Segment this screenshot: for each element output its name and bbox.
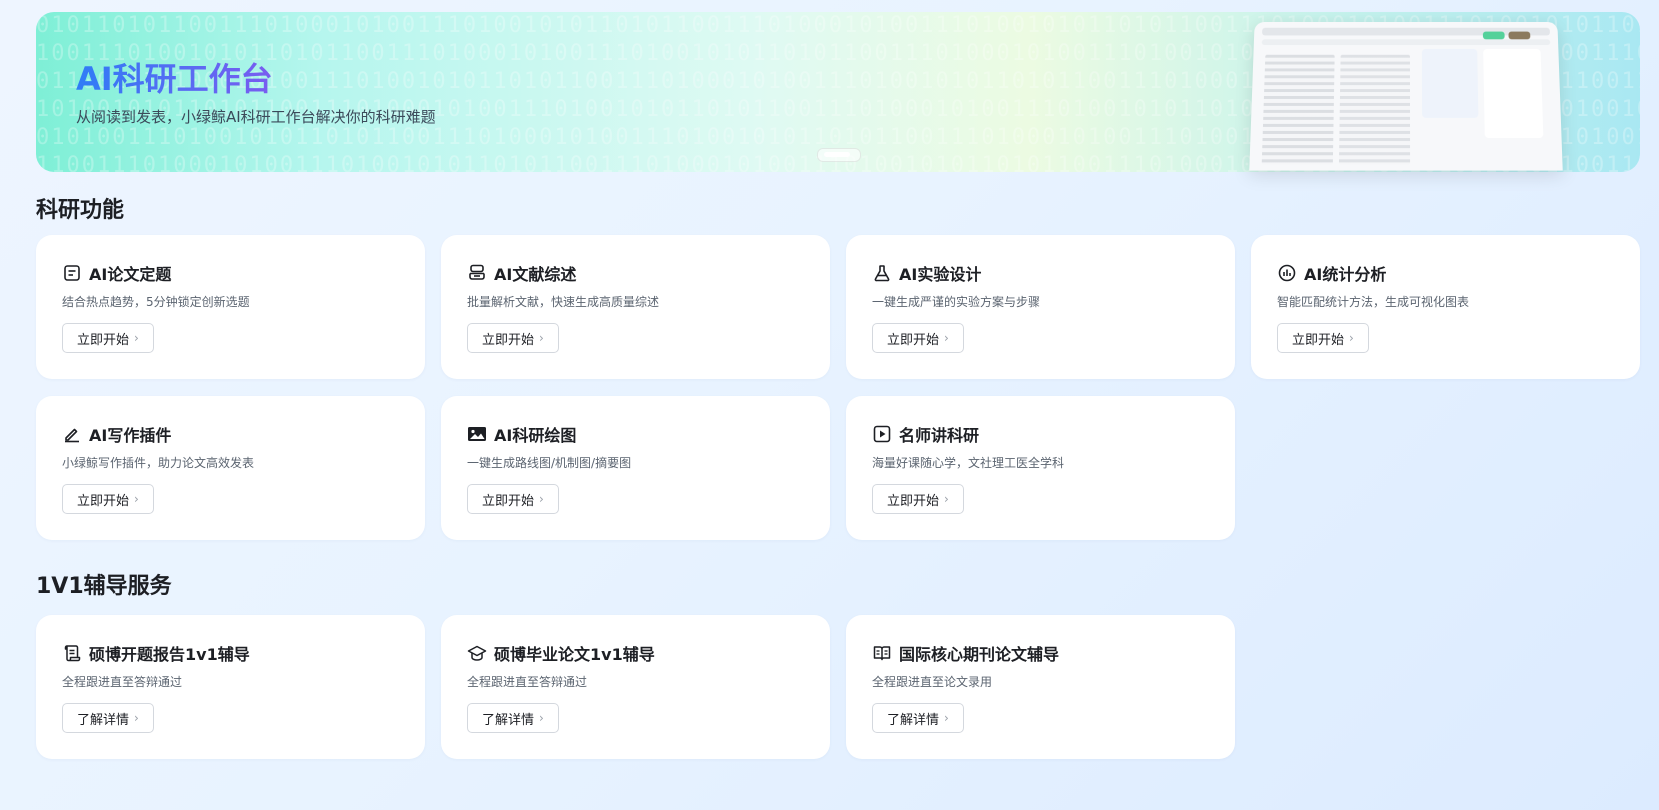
feature-card-expert-lectures[interactable]: 名师讲科研 海量好课随心学，文社理工医全学科 立即开始 › xyxy=(846,396,1235,540)
start-button[interactable]: 立即开始 › xyxy=(872,323,964,353)
card-title: AI写作插件 xyxy=(89,426,172,445)
service-card-journal-tutoring[interactable]: 国际核心期刊论文辅导 全程跟进直至论文录用 了解详情 › xyxy=(846,615,1235,759)
button-label: 立即开始 xyxy=(482,332,535,348)
card-title: AI论文定题 xyxy=(89,265,172,284)
start-button[interactable]: 立即开始 › xyxy=(872,484,964,514)
button-label: 立即开始 xyxy=(482,493,535,509)
chevron-right-icon: › xyxy=(539,331,544,345)
button-label: 了解详情 xyxy=(482,712,535,728)
workspace-preview-image xyxy=(1249,21,1563,171)
banner-title: AI科研工作台 xyxy=(76,54,273,100)
feature-card-writing-plugin[interactable]: AI写作插件 小绿鲸写作插件，助力论文高效发表 立即开始 › xyxy=(36,396,425,540)
flask-icon xyxy=(872,263,892,283)
document-lines-icon xyxy=(62,263,82,283)
chevron-right-icon: › xyxy=(134,331,139,345)
card-title: AI统计分析 xyxy=(1304,265,1387,284)
start-button[interactable]: 立即开始 › xyxy=(467,484,559,514)
chevron-right-icon: › xyxy=(944,711,949,725)
feature-card-paper-topic[interactable]: AI论文定题 结合热点趋势，5分钟锁定创新选题 立即开始 › xyxy=(36,235,425,379)
open-book-icon xyxy=(872,643,892,663)
section-title-research: 科研功能 xyxy=(36,198,125,223)
card-title: AI文献综述 xyxy=(494,265,577,284)
feature-card-experiment-design[interactable]: AI实验设计 一键生成严谨的实验方案与步骤 立即开始 › xyxy=(846,235,1235,379)
chevron-right-icon: › xyxy=(1349,331,1354,345)
start-button[interactable]: 立即开始 › xyxy=(467,323,559,353)
banner-subtitle: 从阅读到发表，小绿鲸AI科研工作台解决你的科研难题 xyxy=(76,108,436,126)
card-title: 名师讲科研 xyxy=(899,426,980,445)
card-description: 智能匹配统计方法，生成可视化图表 xyxy=(1277,295,1470,309)
feature-card-literature-review[interactable]: AI文献综述 批量解析文献，快速生成高质量综述 立即开始 › xyxy=(441,235,830,379)
start-button[interactable]: 立即开始 › xyxy=(1277,323,1369,353)
card-description: 小绿鲸写作插件，助力论文高效发表 xyxy=(62,456,255,470)
feature-card-scientific-drawing[interactable]: AI科研绘图 一键生成路线图/机制图/摘要图 立即开始 › xyxy=(441,396,830,540)
button-label: 立即开始 xyxy=(887,332,940,348)
button-label: 立即开始 xyxy=(1292,332,1345,348)
button-label: 了解详情 xyxy=(77,712,130,728)
card-title: AI实验设计 xyxy=(899,265,982,284)
details-button[interactable]: 了解详情 › xyxy=(467,703,559,733)
start-button[interactable]: 立即开始 › xyxy=(62,323,154,353)
chevron-right-icon: › xyxy=(944,492,949,506)
card-title: 国际核心期刊论文辅导 xyxy=(899,645,1060,664)
details-button[interactable]: 了解详情 › xyxy=(62,703,154,733)
feature-card-statistical-analysis[interactable]: AI统计分析 智能匹配统计方法，生成可视化图表 立即开始 › xyxy=(1251,235,1640,379)
image-icon xyxy=(467,424,487,444)
details-button[interactable]: 了解详情 › xyxy=(872,703,964,733)
scroll-icon xyxy=(62,643,82,663)
chevron-right-icon: › xyxy=(134,711,139,725)
card-description: 结合热点趋势，5分钟锁定创新选题 xyxy=(62,295,250,309)
button-label: 立即开始 xyxy=(77,332,130,348)
card-description: 海量好课随心学，文社理工医全学科 xyxy=(872,456,1065,470)
graduation-cap-icon xyxy=(467,643,487,663)
button-label: 了解详情 xyxy=(887,712,940,728)
service-card-thesis-tutoring[interactable]: 硕博毕业论文1v1辅导 全程跟进直至答辩通过 了解详情 › xyxy=(441,615,830,759)
chevron-right-icon: › xyxy=(539,711,544,725)
video-play-icon xyxy=(872,424,892,444)
chevron-right-icon: › xyxy=(539,492,544,506)
chevron-right-icon: › xyxy=(134,492,139,506)
card-title: 硕博开题报告1v1辅导 xyxy=(89,645,250,664)
card-description: 批量解析文献，快速生成高质量综述 xyxy=(467,295,660,309)
card-description: 全程跟进直至论文录用 xyxy=(872,675,993,689)
card-title: AI科研绘图 xyxy=(494,426,577,445)
button-label: 立即开始 xyxy=(887,493,940,509)
start-button[interactable]: 立即开始 › xyxy=(62,484,154,514)
carousel-indicator[interactable] xyxy=(817,148,861,162)
chevron-right-icon: › xyxy=(944,331,949,345)
card-description: 一键生成严谨的实验方案与步骤 xyxy=(872,295,1041,309)
card-description: 一键生成路线图/机制图/摘要图 xyxy=(467,456,632,470)
section-title-tutoring: 1V1辅导服务 xyxy=(36,574,172,599)
stack-icon xyxy=(467,263,487,283)
bar-chart-icon xyxy=(1277,263,1297,283)
service-card-proposal-tutoring[interactable]: 硕博开题报告1v1辅导 全程跟进直至答辩通过 了解详情 › xyxy=(36,615,425,759)
card-title: 硕博毕业论文1v1辅导 xyxy=(494,645,655,664)
card-description: 全程跟进直至答辩通过 xyxy=(467,675,588,689)
card-description: 全程跟进直至答辩通过 xyxy=(62,675,183,689)
button-label: 立即开始 xyxy=(77,493,130,509)
pencil-icon xyxy=(62,424,82,444)
